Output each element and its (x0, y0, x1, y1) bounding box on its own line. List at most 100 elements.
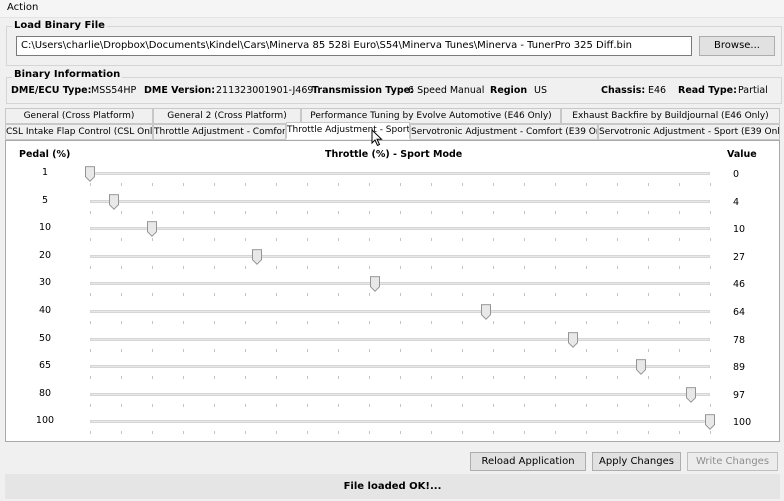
reload-application-button[interactable]: Reload Application (470, 452, 586, 471)
slider-tick (710, 376, 711, 380)
slider-thumb[interactable] (251, 249, 262, 265)
slider-tick (648, 293, 649, 297)
slider-tick (679, 265, 680, 269)
slider-track[interactable] (90, 199, 710, 203)
pedal-label: 65 (38, 360, 52, 372)
chassis-value: E46 (648, 85, 667, 96)
slider-tick (586, 210, 587, 214)
slider-tick (276, 293, 277, 297)
slider-tick (555, 321, 556, 324)
slider-thumb[interactable] (84, 166, 95, 182)
slider-thumb[interactable] (109, 193, 120, 210)
tab-throttle-comfort[interactable]: Throttle Adjustment - Comfort (153, 124, 286, 140)
slider-tick (245, 431, 246, 435)
slider-tick (524, 265, 525, 269)
slider-tick (586, 403, 587, 407)
chassis-label: Chassis: (601, 85, 646, 96)
slider-tick (121, 403, 122, 407)
tab-general[interactable]: General (Cross Platform) (5, 108, 153, 124)
slider-tick (462, 348, 463, 352)
slider-tick (90, 403, 91, 407)
slider-thumb[interactable] (685, 387, 696, 403)
tab-throttle-sport[interactable]: Throttle Adjustment - Sport (286, 122, 410, 139)
slider-tick (152, 431, 153, 435)
slider-tick (245, 348, 246, 352)
tab-servotronic-comfort[interactable]: Servotronic Adjustment - Comfort (E39 On… (410, 124, 598, 140)
slider-tick (524, 210, 525, 214)
slider-tick (524, 321, 525, 324)
slider-tick (400, 238, 401, 242)
slider-tick (307, 183, 308, 186)
slider-tick (617, 321, 618, 324)
slider-tick (617, 265, 618, 269)
pedal-label: 5 (41, 194, 49, 206)
tab-servotronic-sport[interactable]: Servotronic Adjustment - Sport (E39 Only… (598, 124, 780, 140)
slider-tick (524, 348, 525, 352)
slider-thumb[interactable] (146, 221, 157, 238)
slider-tick (276, 431, 277, 435)
slider-thumb[interactable] (369, 276, 380, 293)
pedal-label: 1 (41, 167, 49, 178)
pedal-label: 50 (38, 332, 52, 344)
slider-track[interactable] (90, 282, 710, 286)
slider-tick (648, 265, 649, 269)
write-changes-button[interactable]: Write Changes (687, 452, 778, 471)
slider-track[interactable] (90, 337, 710, 341)
slider-track[interactable] (90, 365, 710, 369)
slider-tick (648, 403, 649, 407)
slider-track[interactable] (90, 172, 710, 175)
slider-track[interactable] (90, 227, 710, 231)
slider-tick (152, 403, 153, 407)
slider-thumb[interactable] (636, 359, 647, 376)
slider-track[interactable] (90, 310, 710, 313)
slider-tick (524, 403, 525, 407)
slider-track[interactable] (90, 254, 710, 258)
browse-button[interactable]: Browse... (699, 36, 775, 56)
slider-tick (679, 431, 680, 435)
slider-tick (90, 210, 91, 214)
slider-track[interactable] (90, 392, 710, 396)
slider-tick (369, 183, 370, 186)
slider-tick (555, 293, 556, 297)
slider-tick (462, 376, 463, 380)
slider-tick (586, 293, 587, 297)
slider-tick (307, 348, 308, 352)
slider-tick (679, 376, 680, 380)
slider-thumb[interactable] (568, 331, 579, 348)
slider-tick (431, 238, 432, 242)
dme-version-label: DME Version: (144, 85, 216, 96)
slider-tick (121, 376, 122, 380)
slider-tick (493, 183, 494, 186)
slider-tick (214, 265, 215, 269)
slider-tick (679, 210, 680, 214)
tab-exhaust-backfire[interactable]: Exhaust Backfire by Buildjournal (E46 On… (561, 108, 780, 124)
slider-tick (152, 183, 153, 186)
tab-csl-intake-flap[interactable]: CSL Intake Flap Control (CSL Only) (5, 124, 153, 140)
tab-general-2[interactable]: General 2 (Cross Platform) (153, 108, 301, 124)
slider-tick (431, 348, 432, 352)
slider-tick (245, 403, 246, 407)
slider-track[interactable] (90, 420, 710, 424)
binary-path-field[interactable]: C:\Users\charlie\Dropbox\Documents\Kinde… (16, 36, 692, 56)
slider-thumb[interactable] (704, 414, 715, 431)
slider-tick (245, 376, 246, 380)
slider-tick (431, 293, 432, 297)
slider-tick (648, 238, 649, 242)
slider-tick (555, 238, 556, 242)
apply-changes-button[interactable]: Apply Changes (592, 452, 681, 471)
slider-tick (276, 265, 277, 269)
slider-tick (431, 376, 432, 380)
menu-action[interactable]: Action (7, 2, 38, 13)
region-value: US (534, 85, 547, 96)
slider-tick (214, 238, 215, 242)
slider-tick (276, 183, 277, 186)
slider-tick (245, 183, 246, 186)
slider-tick (245, 321, 246, 324)
slider-tick (431, 183, 432, 186)
slider-tick (400, 348, 401, 352)
slider-tick (710, 403, 711, 407)
slider-tick (679, 293, 680, 297)
slider-thumb[interactable] (481, 304, 492, 320)
slider-tick (338, 321, 339, 324)
slider-tick (648, 321, 649, 324)
